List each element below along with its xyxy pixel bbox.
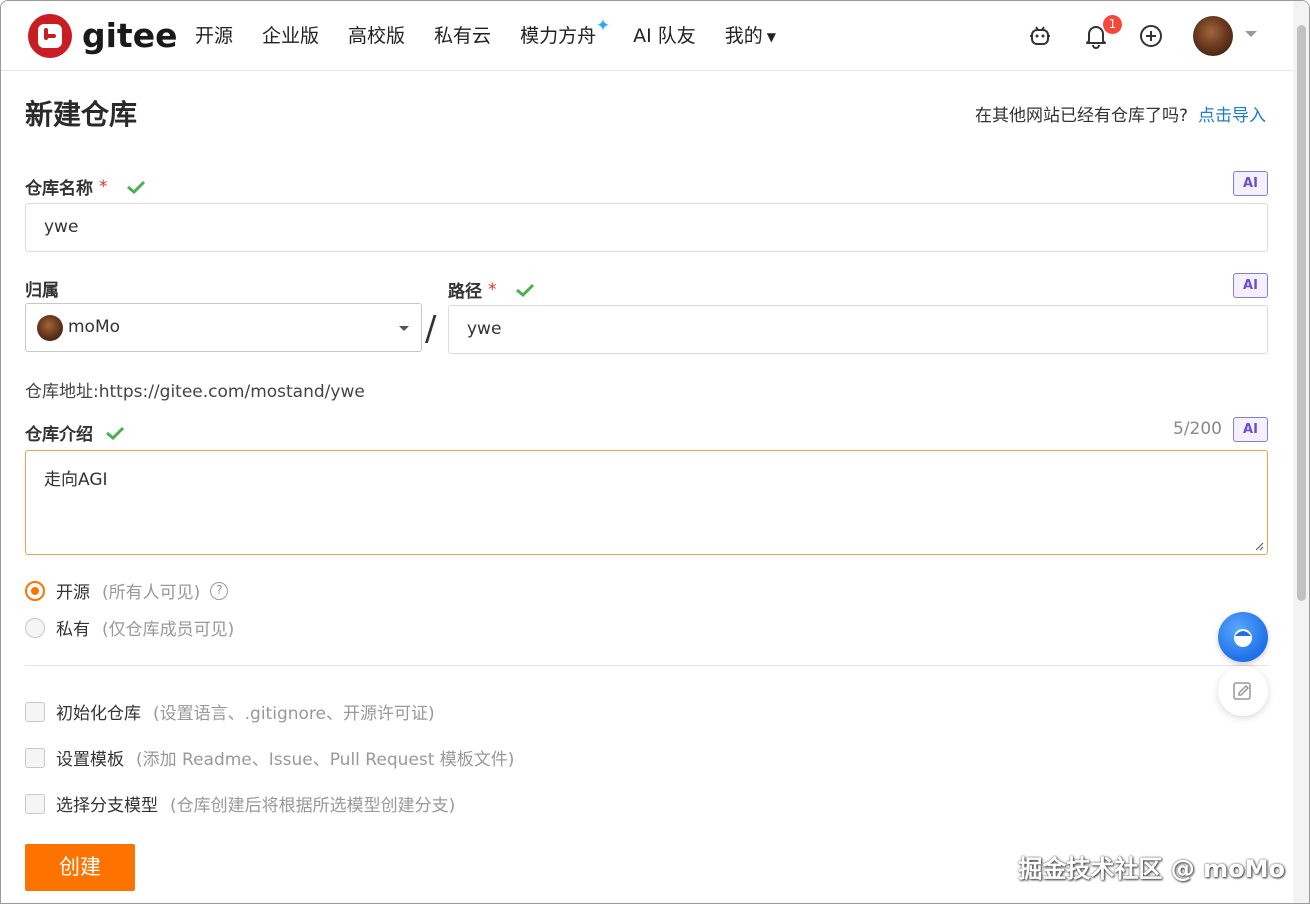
repo-name-label: 仓库名称 * [25,174,146,199]
visibility-open-option[interactable]: 开源 (所有人可见) ? [25,578,229,603]
option-template-label: 设置模板 [56,750,124,770]
check-icon [515,283,534,297]
ai-assist-button[interactable]: AI [1233,171,1268,196]
top-nav-bar: gitee 开源 企业版 高校版 私有云 模力方舟 ✦ AI 队友 我的 ▼ 1 [1,1,1309,71]
radio-open[interactable] [25,580,45,601]
path-label: 路径 * [448,277,535,302]
option-template-hint: (添加 Readme、Issue、Pull Request 模板文件) [136,750,515,770]
nav-item-enterprise[interactable]: 企业版 [262,23,319,50]
check-icon [106,426,125,440]
watermark: 掘金技术社区 @ moMo [1018,855,1285,883]
scrollbar-track[interactable] [1293,1,1309,903]
resize-handle-icon[interactable] [1255,542,1264,551]
import-link[interactable]: 点击导入 [1198,106,1266,126]
intro-textarea[interactable]: 走向AGI [25,450,1268,555]
radio-private[interactable] [25,617,45,638]
path-input[interactable]: ywe [448,305,1268,354]
owner-avatar [37,315,63,341]
required-mark: * [99,176,108,197]
intro-textarea-value: 走向AGI [44,470,108,490]
repo-name-input[interactable]: ywe [25,203,1268,252]
path-label-text: 路径 [448,282,482,302]
page-title: 新建仓库 [25,98,138,131]
nav-item-moli-ark[interactable]: 模力方舟 ✦ [520,16,610,50]
create-button[interactable]: 创建 [25,844,135,891]
edit-note-icon [1233,682,1251,700]
chevron-down-icon [399,326,409,331]
option-branch-model-hint: (仓库创建后将根据所选模型创建分支) [170,796,456,816]
import-prompt-text: 在其他网站已经有仓库了吗? [974,106,1188,126]
sparkle-icon: ✦ [595,16,611,36]
nav-item-private-cloud[interactable]: 私有云 [434,23,491,50]
option-branch-model-label: 选择分支模型 [56,796,158,816]
checkbox-template[interactable] [25,747,45,768]
visibility-open-hint: (所有人可见) [102,583,201,603]
nav-item-education[interactable]: 高校版 [348,23,405,50]
avatar-caret-icon[interactable] [1245,31,1257,37]
intro-char-counter: 5/200 [1173,419,1222,439]
visibility-private-option[interactable]: 私有 (仅仓库成员可见) [25,615,234,640]
option-template[interactable]: 设置模板 (添加 Readme、Issue、Pull Request 模板文件) [25,745,514,770]
option-branch-model[interactable]: 选择分支模型 (仓库创建后将根据所选模型创建分支) [25,791,455,816]
option-init-repo-hint: (设置语言、.gitignore、开源许可证) [153,704,435,724]
owner-select[interactable]: moMo [25,303,422,352]
section-divider [25,665,1268,666]
ai-assist-button[interactable]: AI [1233,417,1268,442]
visibility-private-label: 私有 [56,620,90,640]
visibility-open-label: 开源 [56,583,90,603]
assistant-fab[interactable] [1218,612,1268,662]
gitee-logo-icon [28,14,72,58]
ai-assist-button[interactable]: AI [1233,273,1268,298]
nav-item-open-source[interactable]: 开源 [195,23,233,50]
repo-name-label-text: 仓库名称 [25,179,93,199]
plus-circle-icon[interactable] [1138,23,1164,49]
visibility-private-hint: (仅仓库成员可见) [102,620,235,640]
intro-label-text: 仓库介绍 [25,425,93,445]
check-icon [126,180,145,194]
assistant-icon [1234,629,1252,647]
option-init-repo-label: 初始化仓库 [56,704,141,724]
owner-label: 归属 [25,276,59,301]
option-init-repo[interactable]: 初始化仓库 (设置语言、.gitignore、开源许可证) [25,699,435,724]
nav-item-moli-ark-label: 模力方舟 [520,25,597,47]
caret-down-icon: ▼ [766,29,776,44]
user-avatar[interactable] [1193,16,1233,56]
checkbox-branch-model[interactable] [25,793,45,814]
repo-url-text: 仓库地址:https://gitee.com/mostand/ywe [25,382,365,402]
intro-label: 仓库介绍 [25,420,125,445]
checkbox-init-repo[interactable] [25,701,45,722]
required-mark: * [488,279,497,300]
nav-item-ai-teammate[interactable]: AI 队友 [633,23,696,50]
path-separator: / [425,309,437,349]
brand-name: gitee [82,16,178,55]
owner-select-value: moMo [68,317,121,337]
robot-icon[interactable] [1027,23,1053,49]
nav-item-mine-label: 我的 [724,25,763,47]
gitee-logo[interactable]: gitee [28,14,177,58]
scrollbar-thumb[interactable] [1297,25,1306,601]
browser-window: gitee 开源 企业版 高校版 私有云 模力方舟✦ AI 队友 我的▼ 1 [0,0,1310,904]
notification-badge: 1 [1103,15,1122,34]
owner-label-text: 归属 [25,281,59,301]
nav-item-mine[interactable]: 我的 ▼ [725,23,776,50]
help-icon[interactable]: ? [210,581,229,600]
import-prompt: 在其他网站已经有仓库了吗? 点击导入 [975,101,1266,126]
main-nav: 开源 企业版 高校版 私有云 模力方舟 ✦ AI 队友 我的 ▼ [195,16,805,50]
feedback-fab[interactable] [1218,666,1268,716]
